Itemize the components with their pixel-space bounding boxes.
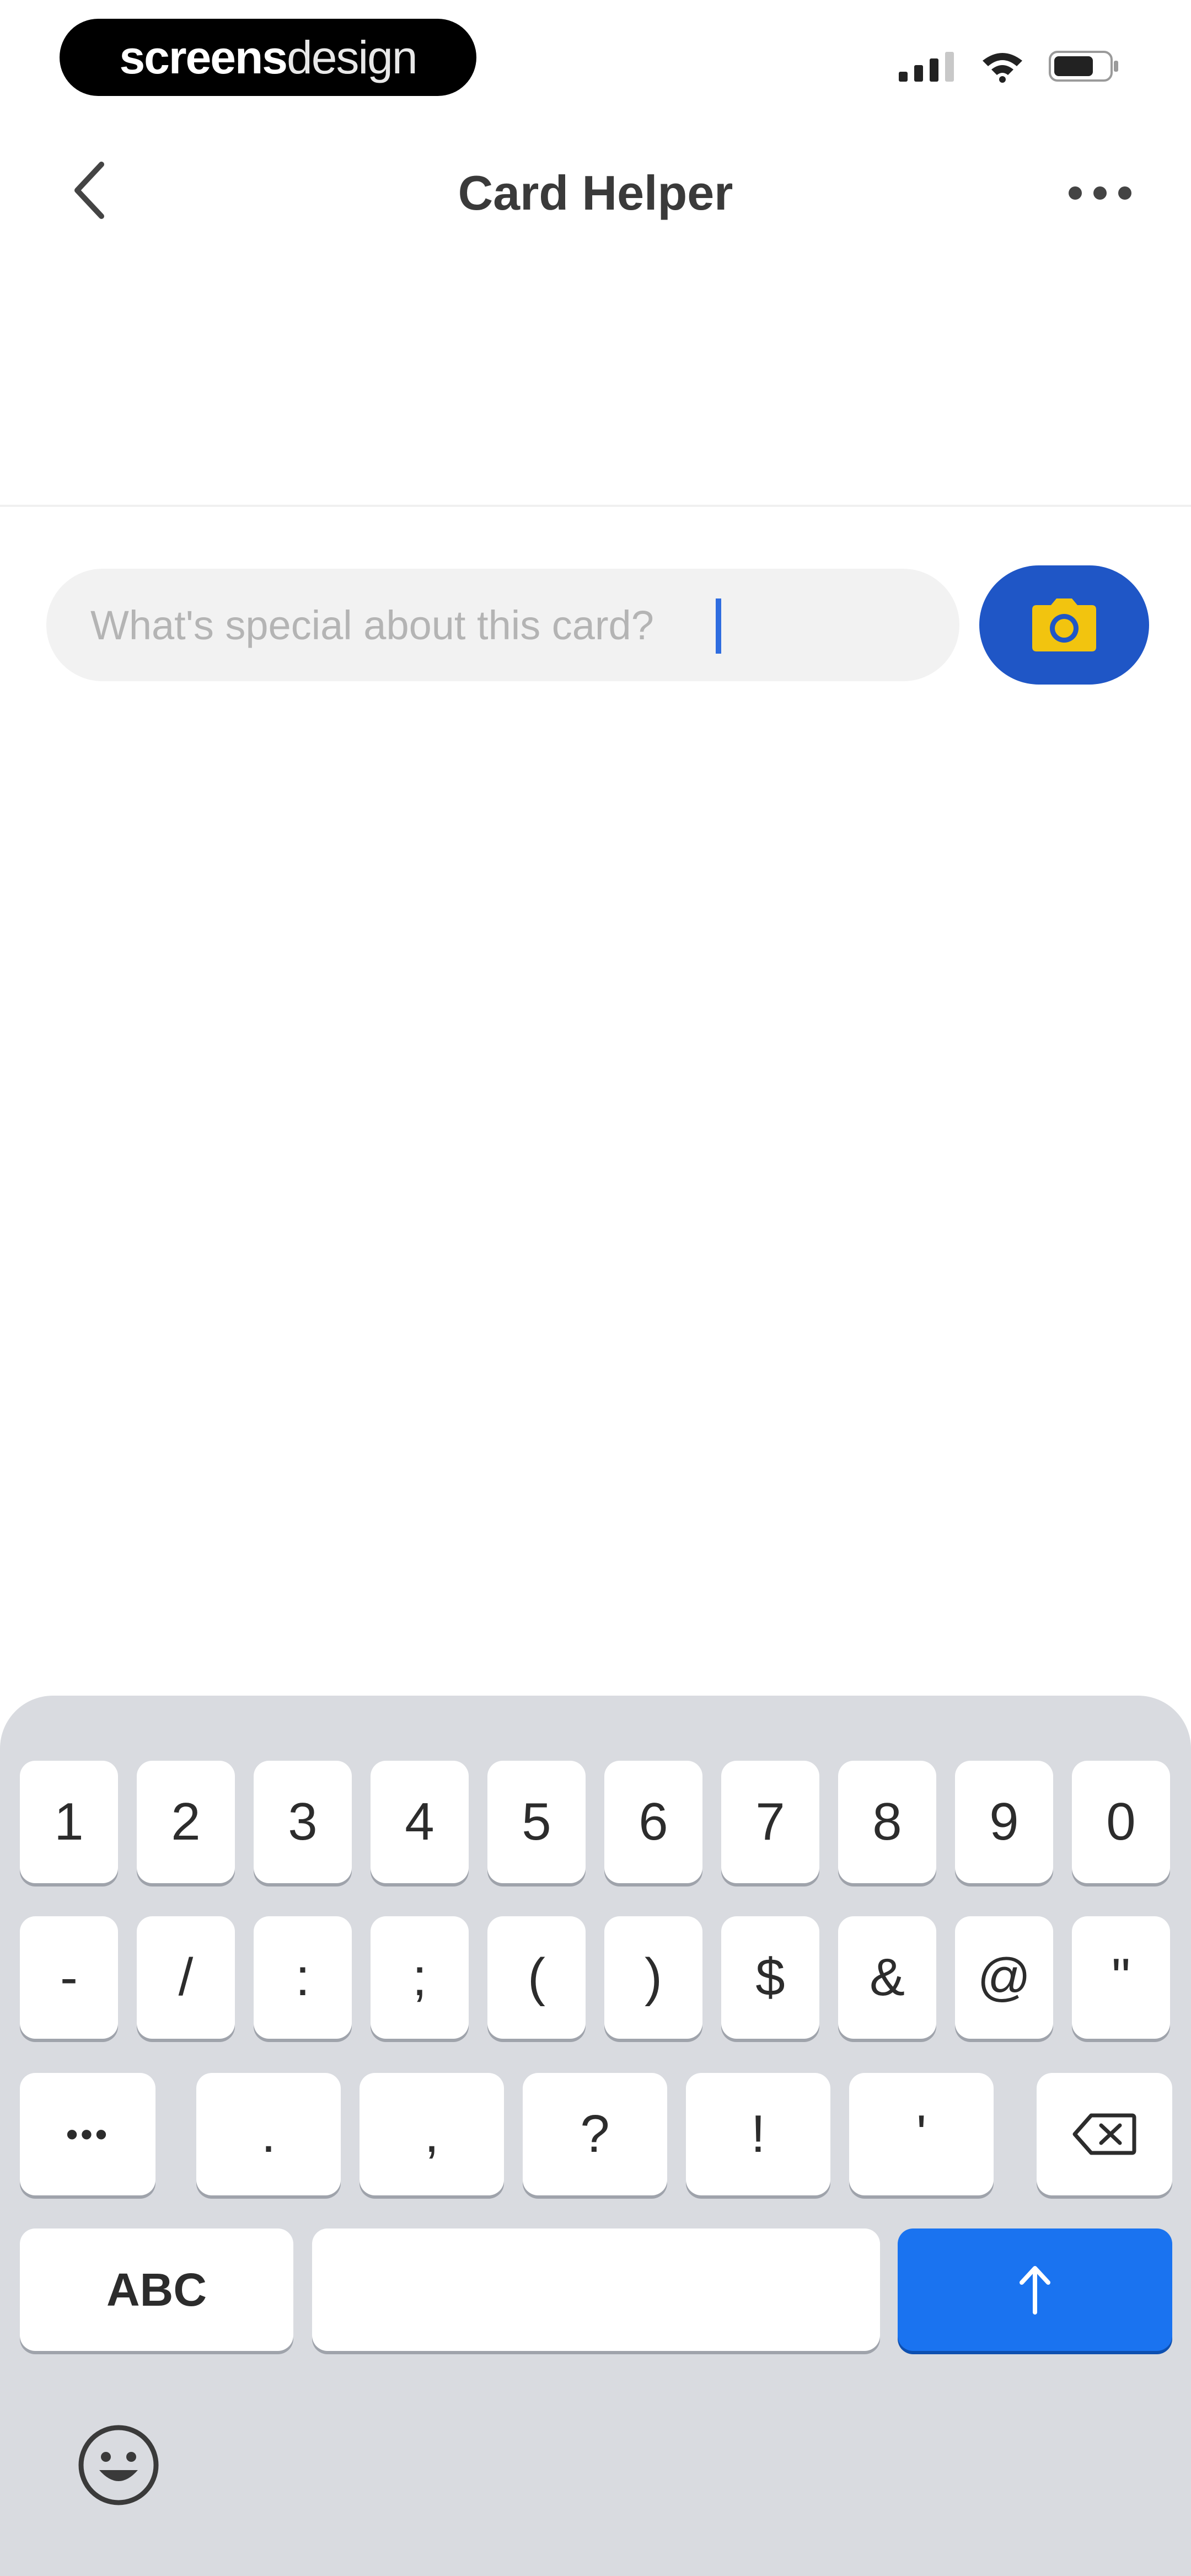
page-title: Card Helper <box>458 165 733 220</box>
card-description-input[interactable] <box>46 569 959 681</box>
punctuation-key[interactable]: ? <box>523 2073 667 2195</box>
input-row <box>46 565 1149 685</box>
arrow-up-icon <box>1020 2266 1050 2315</box>
nav-bar: Card Helper <box>0 127 1191 259</box>
brand-logo: screens design <box>60 19 476 96</box>
brand-logo-light: design <box>287 31 418 83</box>
camera-icon <box>1032 598 1096 651</box>
number-key[interactable]: 8 <box>838 1761 936 1883</box>
more-dots-icon <box>1069 186 1131 200</box>
signal-icon <box>899 52 954 82</box>
camera-button[interactable] <box>979 565 1149 685</box>
status-bar: screens design <box>0 0 1191 110</box>
number-key[interactable]: 0 <box>1072 1761 1170 1883</box>
punctuation-key[interactable]: ' <box>849 2073 994 2195</box>
header-divider <box>0 505 1191 507</box>
punctuation-key[interactable]: , <box>360 2073 504 2195</box>
number-key[interactable]: 6 <box>604 1761 702 1883</box>
more-button[interactable] <box>1059 160 1141 226</box>
symbol-key[interactable]: ) <box>604 1916 702 2039</box>
number-key[interactable]: 1 <box>20 1761 118 1883</box>
punctuation-key[interactable]: . <box>196 2073 341 2195</box>
brand-logo-bold: screens <box>119 31 288 83</box>
symbol-key[interactable]: ( <box>487 1916 586 2039</box>
back-button[interactable] <box>53 154 125 226</box>
backspace-icon <box>1072 2113 1136 2155</box>
screen: screens design Card Helper What's specia… <box>0 0 1191 2576</box>
symbol-key[interactable]: & <box>838 1916 936 2039</box>
text-caret <box>716 598 721 654</box>
symbol-key[interactable]: @ <box>955 1916 1053 2039</box>
number-key[interactable]: 9 <box>955 1761 1053 1883</box>
more-symbols-key[interactable]: ••• <box>20 2073 155 2195</box>
keyboard: 1234567890 - /:;() $ & @ " ••• .,?! ' ABC <box>0 1696 1191 2576</box>
number-key[interactable]: 3 <box>254 1761 352 1883</box>
number-key[interactable]: 7 <box>721 1761 819 1883</box>
symbol-key[interactable]: $ <box>721 1916 819 2039</box>
symbol-key[interactable]: ; <box>371 1916 469 2039</box>
emoji-button[interactable] <box>77 2424 160 2506</box>
backspace-key[interactable] <box>1037 2073 1172 2195</box>
number-key[interactable]: 4 <box>371 1761 469 1883</box>
status-icons <box>899 50 1120 83</box>
symbol-key[interactable]: - <box>20 1916 118 2039</box>
chevron-left-icon <box>74 162 104 219</box>
symbol-key[interactable]: : <box>254 1916 352 2039</box>
symbol-key[interactable]: " <box>1072 1916 1170 2039</box>
abc-key[interactable]: ABC <box>20 2228 293 2351</box>
number-key[interactable]: 5 <box>487 1761 586 1883</box>
emoji-icon <box>78 2425 159 2505</box>
space-key[interactable] <box>312 2228 880 2351</box>
return-key[interactable] <box>898 2228 1172 2351</box>
symbol-key[interactable]: / <box>137 1916 235 2039</box>
battery-icon <box>1049 51 1118 82</box>
punctuation-key[interactable]: ! <box>686 2073 830 2195</box>
number-key[interactable]: 2 <box>137 1761 235 1883</box>
wifi-icon <box>983 53 1022 83</box>
